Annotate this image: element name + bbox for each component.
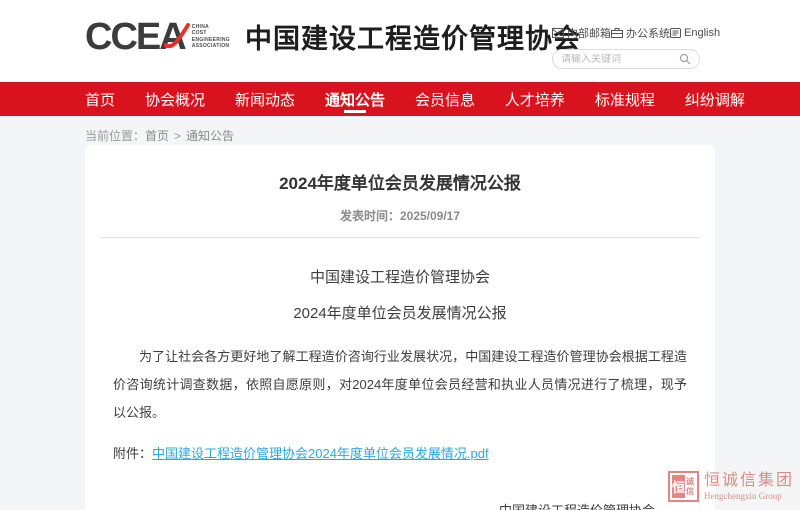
nav-item-home[interactable]: 首页 bbox=[85, 82, 115, 116]
publish-date-value: 2025/09/17 bbox=[400, 209, 460, 223]
article-paragraph: 为了让社会各方更好地了解工程造价咨询行业发展状况，中国建设工程造价管理协会根据工… bbox=[113, 343, 687, 427]
nav-item-standards[interactable]: 标准规程 bbox=[595, 82, 655, 116]
main-nav: 首页 协会概况 新闻动态 通知公告 会员信息 人才培养 标准规程 纠纷调解 bbox=[0, 82, 800, 116]
nav-item-notices[interactable]: 通知公告 bbox=[325, 82, 385, 116]
nav-item-news[interactable]: 新闻动态 bbox=[235, 82, 295, 116]
article-heading-line2: 2024年度单位会员发展情况公报 bbox=[85, 302, 715, 323]
ccea-logo-acronym: CCEA bbox=[85, 18, 185, 56]
breadcrumb-prefix: 当前位置： bbox=[85, 129, 145, 143]
title-divider bbox=[100, 237, 700, 238]
signature-org: 中国建设工程造价管理协会 bbox=[499, 500, 655, 510]
article-card: 2024年度单位会员发展情况公报 发表时间：2025/09/17 中国建设工程造… bbox=[85, 145, 715, 510]
publish-date: 发表时间：2025/09/17 bbox=[85, 207, 715, 224]
breadcrumb: 当前位置：首页 > 通知公告 bbox=[85, 116, 800, 146]
attachment-label: 附件： bbox=[113, 446, 152, 461]
ccea-logo-subtext: CHINA COST ENGINEERING ASSOCIATION bbox=[192, 24, 230, 50]
breadcrumb-home-link[interactable]: 首页 bbox=[145, 129, 169, 143]
office-system-link[interactable]: 办公系统 bbox=[611, 25, 670, 41]
nav-item-disputes[interactable]: 纠纷调解 bbox=[685, 82, 745, 116]
english-book-icon bbox=[670, 28, 681, 38]
attachment-row: 附件：中国建设工程造价管理协会2024年度单位会员发展情况.pdf bbox=[113, 443, 687, 462]
site-header: CCEA CHINA COST ENGINEERING ASSOCIATION … bbox=[0, 0, 800, 82]
mail-icon bbox=[552, 28, 564, 38]
quick-links: 内部邮箱 办公系统 English bbox=[552, 25, 700, 41]
search-box bbox=[552, 49, 700, 69]
watermark-text: 恒诚信集团 Hengchengxin Group bbox=[704, 472, 794, 500]
ccea-logo: CCEA CHINA COST ENGINEERING ASSOCIATION … bbox=[85, 17, 581, 56]
watermark-name-cn: 恒诚信集团 bbox=[704, 472, 794, 490]
attachment-pdf-link[interactable]: 中国建设工程造价管理协会2024年度单位会员发展情况.pdf bbox=[152, 446, 489, 461]
internal-mail-link[interactable]: 内部邮箱 bbox=[552, 25, 611, 41]
nav-item-training[interactable]: 人才培养 bbox=[505, 82, 565, 116]
search-input[interactable] bbox=[561, 54, 679, 65]
site-title: 中国建设工程造价管理协会 bbox=[245, 17, 581, 56]
office-system-icon bbox=[611, 28, 623, 38]
nav-item-about[interactable]: 协会概况 bbox=[145, 82, 205, 116]
breadcrumb-current-link[interactable]: 通知公告 bbox=[186, 129, 234, 143]
english-link[interactable]: English bbox=[670, 27, 720, 39]
article-title: 2024年度单位会员发展情况公报 bbox=[85, 169, 715, 194]
ccea-logo-text: CCEA bbox=[85, 16, 185, 58]
signature-block: 中国建设工程造价管理协会 2025年9月17日 bbox=[499, 500, 655, 510]
search-icon[interactable] bbox=[679, 53, 691, 65]
nav-item-members[interactable]: 会员信息 bbox=[415, 82, 475, 116]
watermark-name-en: Hengchengxin Group bbox=[704, 491, 794, 501]
breadcrumb-separator: > bbox=[174, 129, 181, 143]
article-heading-line1: 中国建设工程造价管理协会 bbox=[85, 266, 715, 287]
publish-date-label: 发表时间： bbox=[340, 209, 400, 223]
